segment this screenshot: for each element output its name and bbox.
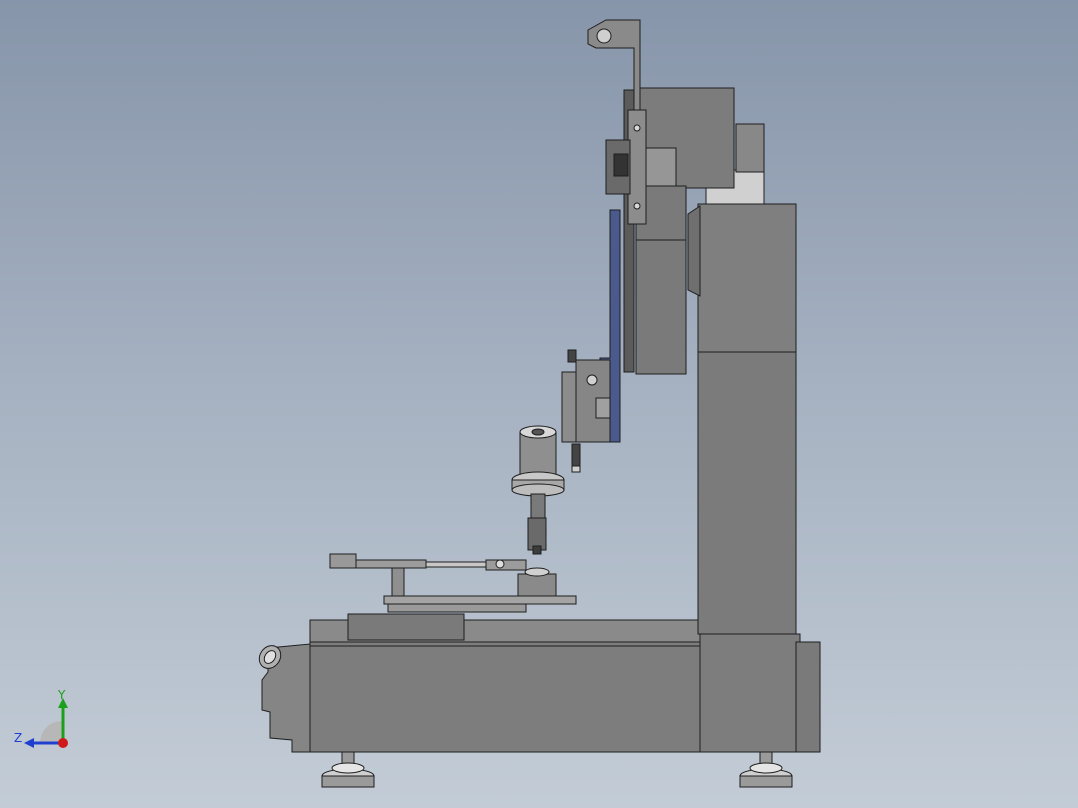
cad-viewport[interactable]: Y Z	[0, 0, 1078, 808]
carriage-assembly	[561, 349, 611, 473]
spindle-head	[511, 425, 565, 555]
leveling-foot-right	[739, 751, 793, 788]
cad-model-view[interactable]	[0, 0, 1078, 808]
triad-plane-icon	[40, 721, 62, 743]
z-axis-arrowhead	[24, 738, 34, 748]
z-axis-label: Z	[14, 731, 23, 745]
orientation-triad	[24, 698, 68, 748]
x-axis-dot	[58, 738, 68, 748]
y-axis-label: Y	[58, 688, 66, 702]
work-table	[329, 553, 577, 613]
machine-column	[687, 123, 797, 635]
leveling-foot-left	[321, 751, 375, 788]
machine-base	[261, 613, 821, 753]
